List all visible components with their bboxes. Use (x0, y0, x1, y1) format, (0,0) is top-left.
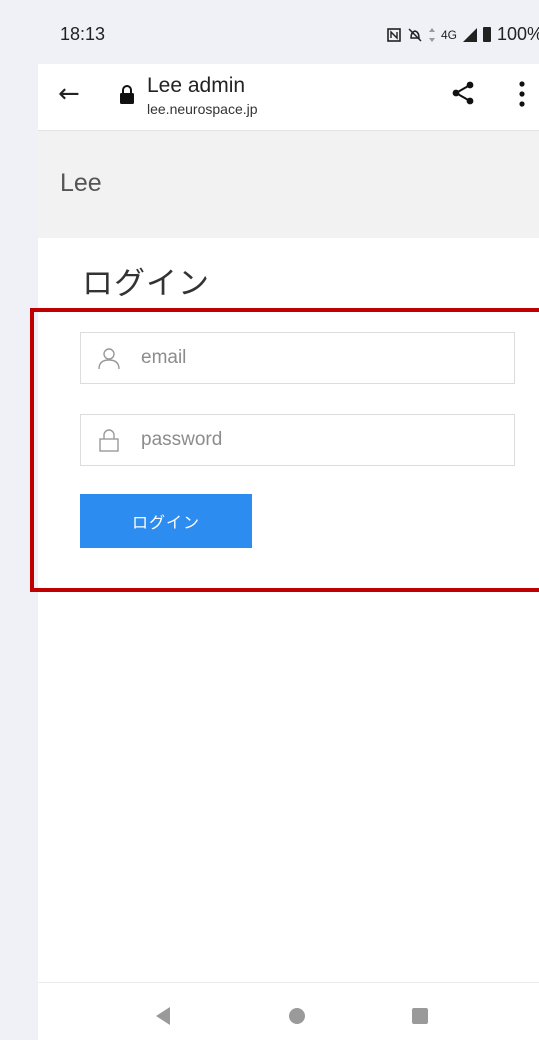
nfc-icon (387, 27, 401, 42)
login-heading: ログイン (82, 266, 210, 302)
network-type: 4G (440, 27, 457, 42)
nav-home-icon[interactable] (289, 1008, 305, 1024)
status-time: 18:13 (60, 24, 106, 44)
android-nav-bar (38, 982, 539, 1040)
signal-icon (462, 27, 477, 42)
share-icon[interactable] (451, 81, 475, 105)
user-icon (98, 348, 120, 370)
status-bar: 18:13 4G 100% (38, 0, 539, 64)
phone-screen: 18:13 4G 100% ← Lee admin lee.neurospace… (38, 0, 539, 1040)
battery-level: 100% (496, 24, 539, 44)
nav-back-icon[interactable] (156, 1007, 170, 1025)
mute-icon (408, 27, 422, 42)
browser-toolbar: ← Lee admin lee.neurospace.jp (38, 64, 539, 131)
site-brand[interactable]: Lee (60, 169, 102, 198)
email-input[interactable] (141, 333, 501, 383)
more-vert-icon[interactable] (518, 80, 526, 108)
email-field[interactable] (80, 332, 515, 384)
data-arrows-icon (428, 27, 435, 42)
page-title: Lee admin (147, 74, 246, 97)
lock-icon (99, 429, 119, 452)
back-arrow-icon[interactable]: ← (58, 81, 86, 109)
status-icons: 4G 100% (387, 24, 539, 45)
lock-icon (120, 85, 134, 104)
page-url[interactable]: lee.neurospace.jp (147, 101, 258, 117)
login-button[interactable]: ログイン (80, 494, 252, 548)
nav-recents-icon[interactable] (412, 1008, 428, 1024)
site-header: Lee (38, 131, 539, 238)
password-input[interactable] (141, 415, 501, 465)
password-field[interactable] (80, 414, 515, 466)
battery-icon (482, 27, 491, 42)
